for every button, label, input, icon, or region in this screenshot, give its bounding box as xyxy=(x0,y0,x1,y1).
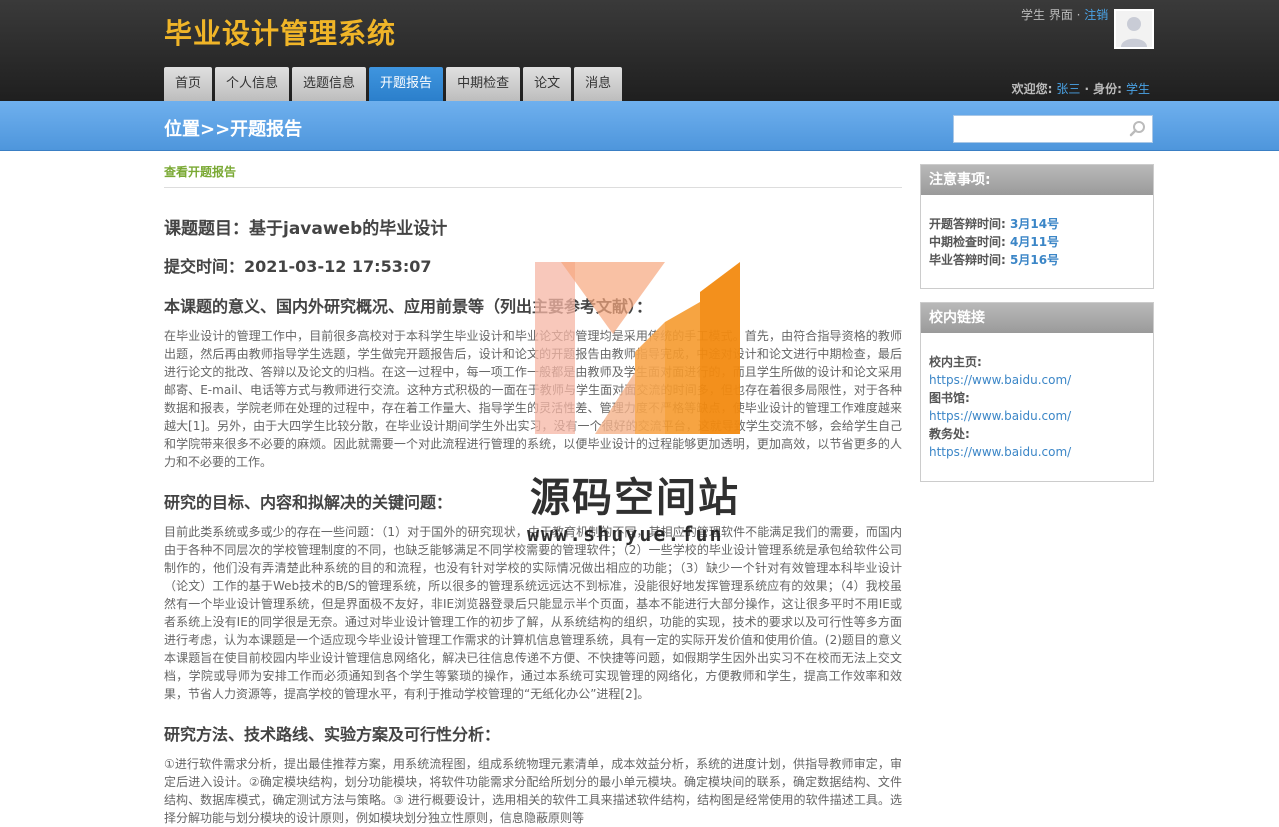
notice-item-label: 开题答辩时间: xyxy=(929,217,1006,231)
section-body-goals: 目前此类系统或多或少的存在一些问题：（1）对于国外的研究现状，由于教育机制的不同… xyxy=(164,525,902,701)
submit-time: 提交时间：2021-03-12 17:53:07 xyxy=(164,257,432,276)
nav-item-messages[interactable]: 消息 xyxy=(574,67,623,101)
notice-item-value: 4月11号 xyxy=(1010,235,1060,249)
notice-box: 注意事项: 开题答辩时间: 3月14号 中期检查时间: 4月11号 毕业答辩时间… xyxy=(920,164,1154,289)
welcome-label: 欢迎您: xyxy=(1011,82,1053,96)
link-academic-office[interactable]: https://www.baidu.com/ xyxy=(929,443,1145,461)
top-role-link[interactable]: 学生 xyxy=(1021,8,1045,22)
section-body-significance: 在毕业设计的管理工作中，目前很多高校对于本科学生毕业设计和毕业论文的管理均是采用… xyxy=(164,329,902,469)
link-label-homepage: 校内主页: xyxy=(929,355,982,369)
location-band: 位置>>开题报告 xyxy=(0,101,1279,151)
notice-title: 注意事项: xyxy=(921,165,1153,195)
breadcrumb: 位置>>开题报告 xyxy=(164,119,303,140)
watermark-url: www.shuyue.fun xyxy=(527,522,724,546)
view-proposal-link[interactable]: 查看开题报告 xyxy=(164,163,902,188)
watermark-text: 源码空间站 xyxy=(530,475,740,521)
notice-body: 开题答辩时间: 3月14号 中期检查时间: 4月11号 毕业答辩时间: 5月16… xyxy=(921,195,1153,281)
topic-title: 课题题目：基于javaweb的毕业设计 xyxy=(164,219,448,239)
welcome-info: 欢迎您: 张三 · 身份: 学生 xyxy=(1012,80,1154,97)
search-icon[interactable] xyxy=(1129,120,1147,138)
main-nav: 首页 个人信息 选题信息 开题报告 中期检查 论文 消息 xyxy=(164,67,623,101)
identity-label: · 身份: xyxy=(1084,82,1122,96)
notice-item-value: 5月16号 xyxy=(1010,253,1060,267)
top-links-separator: 界面 · xyxy=(1045,8,1085,22)
nav-item-profile[interactable]: 个人信息 xyxy=(215,67,290,101)
welcome-username[interactable]: 张三 xyxy=(1056,82,1080,96)
section-body-methods: ①进行软件需求分析，提出最佳推荐方案，用系统流程图，组成系统物理元素清单，成本效… xyxy=(164,757,902,825)
notice-item-label: 毕业答辩时间: xyxy=(929,253,1006,267)
notice-item-label: 中期检查时间: xyxy=(929,235,1006,249)
section-title-significance: 本课题的意义、国内外研究概况、应用前景等（列出主要参考文献）： xyxy=(164,297,653,316)
notice-item: 开题答辩时间: 3月14号 xyxy=(929,215,1145,233)
notice-item: 毕业答辩时间: 5月16号 xyxy=(929,251,1145,269)
watermark-logo xyxy=(535,262,740,434)
nav-item-thesis[interactable]: 论文 xyxy=(523,67,572,101)
search-input[interactable] xyxy=(954,116,1124,142)
link-label-library: 图书馆: xyxy=(929,391,970,405)
campus-links-title: 校内链接 xyxy=(921,303,1153,333)
identity-value: 学生 xyxy=(1125,82,1150,96)
top-links: 学生 界面 · 注销 xyxy=(1021,6,1108,23)
site-header: 毕业设计管理系统 学生 界面 · 注销 首页 个人信息 选题信息 开题报告 中期… xyxy=(0,0,1279,101)
user-silhouette-icon xyxy=(1116,11,1152,47)
campus-links-box: 校内链接 校内主页: https://www.baidu.com/ 图书馆: h… xyxy=(920,302,1154,482)
nav-item-midterm-check[interactable]: 中期检查 xyxy=(446,67,521,101)
section-title-methods: 研究方法、技术路线、实验方案及可行性分析： xyxy=(164,725,501,744)
nav-item-topic-info[interactable]: 选题信息 xyxy=(292,67,367,101)
link-homepage[interactable]: https://www.baidu.com/ xyxy=(929,371,1145,389)
link-library[interactable]: https://www.baidu.com/ xyxy=(929,407,1145,425)
site-title: 毕业设计管理系统 xyxy=(164,17,397,50)
nav-item-proposal-report[interactable]: 开题报告 xyxy=(369,67,444,101)
link-label-academic-office: 教务处: xyxy=(929,427,970,441)
notice-item: 中期检查时间: 4月11号 xyxy=(929,233,1145,251)
nav-item-home[interactable]: 首页 xyxy=(164,67,213,101)
avatar[interactable] xyxy=(1114,9,1154,49)
logout-link[interactable]: 注销 xyxy=(1084,8,1108,22)
search-box xyxy=(953,115,1153,143)
campus-links-body: 校内主页: https://www.baidu.com/ 图书馆: https:… xyxy=(921,333,1153,473)
notice-item-value: 3月14号 xyxy=(1010,217,1060,231)
